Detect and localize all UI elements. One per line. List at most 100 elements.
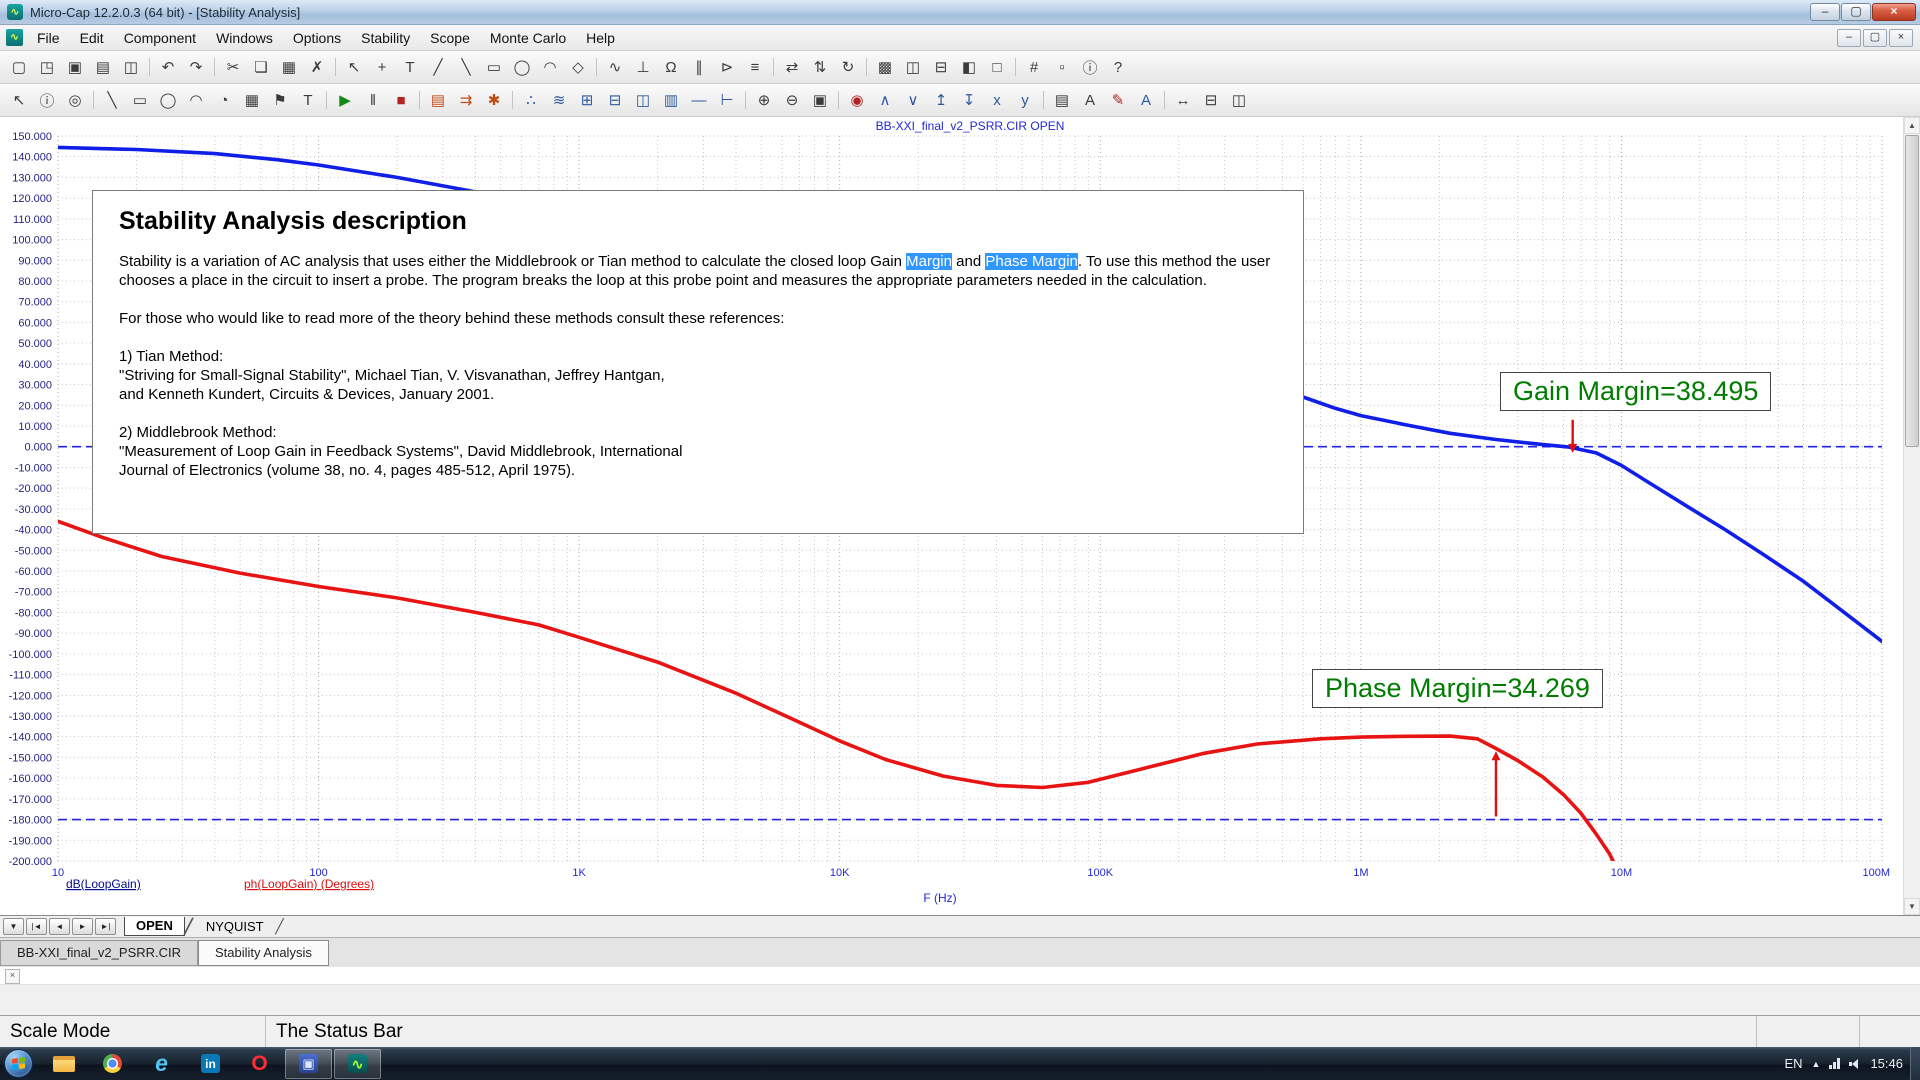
add-text-icon[interactable]: A <box>1076 87 1104 114</box>
line-mode-icon[interactable]: ╲ <box>452 54 480 81</box>
taskbar-chrome-button[interactable] <box>89 1049 136 1079</box>
menu-windows[interactable]: Windows <box>206 27 283 49</box>
wire-mode-icon[interactable]: ╱ <box>424 54 452 81</box>
peak-icon[interactable]: ∧ <box>871 87 899 114</box>
show-desktop-button[interactable] <box>1910 1047 1920 1080</box>
legend-gain[interactable]: dB(LoopGain) <box>66 877 141 891</box>
menu-scope[interactable]: Scope <box>420 27 480 49</box>
tab-stability-analysis[interactable]: Stability Analysis <box>198 940 329 966</box>
resistor-icon[interactable]: Ω <box>657 54 685 81</box>
mdi-close-button[interactable]: × <box>1889 29 1913 47</box>
graphic-pie-icon[interactable]: ◔ <box>210 87 238 114</box>
copy-icon[interactable]: ❏ <box>247 54 275 81</box>
battery-icon[interactable]: ≡ <box>741 54 769 81</box>
info-icon[interactable]: ⓘ <box>1076 54 1104 81</box>
menu-options[interactable]: Options <box>283 27 351 49</box>
flip-horizontal-icon[interactable]: ⇄ <box>778 54 806 81</box>
minor-log-grids-icon[interactable]: ▥ <box>657 87 685 114</box>
taskbar-save-window-button[interactable]: ▣ <box>285 1049 332 1079</box>
redo-icon[interactable]: ↷ <box>182 54 210 81</box>
clock[interactable]: 15:46 <box>1870 1056 1903 1071</box>
horizontal-cursor-icon[interactable]: ⊢ <box>713 87 741 114</box>
go-to-x-icon[interactable]: x <box>983 87 1011 114</box>
mdi-restore-button[interactable]: ▢ <box>1863 29 1887 47</box>
next-data-point-icon[interactable]: ◉ <box>843 87 871 114</box>
tab-scroll-menu-button[interactable]: ▼ <box>3 918 24 935</box>
zoom-in-icon[interactable]: ⊕ <box>750 87 778 114</box>
maximize-window-icon[interactable]: □ <box>983 54 1011 81</box>
pause-icon[interactable]: ‖ <box>359 87 387 114</box>
cascade-windows-icon[interactable]: ▩ <box>871 54 899 81</box>
split-horizontal-icon[interactable]: ⊟ <box>1197 87 1225 114</box>
valley-icon[interactable]: ∨ <box>899 87 927 114</box>
graphic-ellipse-icon[interactable]: ◯ <box>154 87 182 114</box>
last-plot-button[interactable]: ►| <box>95 918 116 935</box>
pan-icon[interactable]: ↔ <box>1169 87 1197 114</box>
cut-icon[interactable]: ✂ <box>219 54 247 81</box>
ellipse-mode-icon[interactable]: ◯ <box>508 54 536 81</box>
minimize-button[interactable]: – <box>1810 3 1840 21</box>
first-plot-button[interactable]: |◄ <box>26 918 47 935</box>
open-circuit-icon[interactable]: ◳ <box>33 54 61 81</box>
split-vertical-icon[interactable]: ◫ <box>1225 87 1253 114</box>
rotate-icon[interactable]: ↻ <box>834 54 862 81</box>
text-mode-icon[interactable]: T <box>396 54 424 81</box>
titlebar[interactable]: ∿ Micro-Cap 12.2.0.3 (64 bit) - [Stabili… <box>0 0 1920 25</box>
polygon-mode-icon[interactable]: ◇ <box>564 54 592 81</box>
volume-icon[interactable] <box>1849 1058 1861 1070</box>
menu-help[interactable]: Help <box>576 27 625 49</box>
zoom-out-icon[interactable]: ⊖ <box>778 87 806 114</box>
legend-phase[interactable]: ph(LoopGain) (Degrees) <box>244 877 374 891</box>
print-preview-icon[interactable]: ◫ <box>117 54 145 81</box>
go-to-y-icon[interactable]: y <box>1011 87 1039 114</box>
help-icon[interactable]: ? <box>1104 54 1132 81</box>
point-tag-icon[interactable]: ◎ <box>61 87 89 114</box>
high-icon[interactable]: ↥ <box>927 87 955 114</box>
mdi-minimize-button[interactable]: – <box>1837 29 1861 47</box>
flag-icon[interactable]: ⚑ <box>266 87 294 114</box>
ruler-icon[interactable]: ⊞ <box>573 87 601 114</box>
vertical-scrollbar[interactable]: ▲ ▼ <box>1903 117 1920 915</box>
panel-close-icon[interactable]: × <box>5 969 20 984</box>
grid-toggle-icon[interactable]: # <box>1020 54 1048 81</box>
tokens-icon[interactable]: ≋ <box>545 87 573 114</box>
graphic-rectangle-icon[interactable]: ▭ <box>126 87 154 114</box>
tab-nyquist[interactable]: NYQUIST <box>195 917 275 936</box>
phase-margin-label[interactable]: Phase Margin=34.269 <box>1312 669 1603 708</box>
low-icon[interactable]: ↧ <box>955 87 983 114</box>
network-icon[interactable] <box>1829 1058 1840 1069</box>
tray-expand-icon[interactable]: ▲ <box>1812 1059 1821 1069</box>
delete-icon[interactable]: ✗ <box>303 54 331 81</box>
baseline-icon[interactable]: — <box>685 87 713 114</box>
graphic-picture-icon[interactable]: ▦ <box>238 87 266 114</box>
stop-icon[interactable]: ■ <box>387 87 415 114</box>
capacitor-icon[interactable]: ∥ <box>685 54 713 81</box>
save-circuit-icon[interactable]: ▣ <box>61 54 89 81</box>
cursor-select-icon[interactable]: ↖ <box>5 87 33 114</box>
menu-stability[interactable]: Stability <box>351 27 420 49</box>
menu-file[interactable]: File <box>27 27 70 49</box>
horizontal-axis-grids-icon[interactable]: ⊟ <box>601 87 629 114</box>
vertical-axis-grids-icon[interactable]: ◫ <box>629 87 657 114</box>
analysis-limits-icon[interactable]: ▤ <box>424 87 452 114</box>
taskbar-ie-button[interactable]: e <box>138 1049 185 1079</box>
zoom-window-icon[interactable]: ▣ <box>806 87 834 114</box>
restore-button[interactable]: ▢ <box>1841 3 1871 21</box>
menu-monte-carlo[interactable]: Monte Carlo <box>480 27 576 49</box>
start-button[interactable] <box>4 1049 33 1078</box>
print-icon[interactable]: ▤ <box>89 54 117 81</box>
undo-icon[interactable]: ↶ <box>154 54 182 81</box>
tab-circuit-file[interactable]: BB-XXI_final_v2_PSRR.CIR <box>0 940 198 966</box>
next-plot-button[interactable]: ► <box>72 918 93 935</box>
font-icon[interactable]: A <box>1132 87 1160 114</box>
gain-margin-label[interactable]: Gain Margin=38.495 <box>1500 372 1771 411</box>
scroll-up-button[interactable]: ▲ <box>1904 117 1920 134</box>
tile-vertical-icon[interactable]: ◫ <box>899 54 927 81</box>
tile-horizontal-icon[interactable]: ⊟ <box>927 54 955 81</box>
menu-component[interactable]: Component <box>114 27 206 49</box>
paste-icon[interactable]: ▦ <box>275 54 303 81</box>
graphic-line-icon[interactable]: ╲ <box>98 87 126 114</box>
pen-color-icon[interactable]: ✎ <box>1104 87 1132 114</box>
scroll-thumb[interactable] <box>1905 135 1919 447</box>
description-text-box[interactable]: Stability Analysis description Stability… <box>92 190 1304 534</box>
